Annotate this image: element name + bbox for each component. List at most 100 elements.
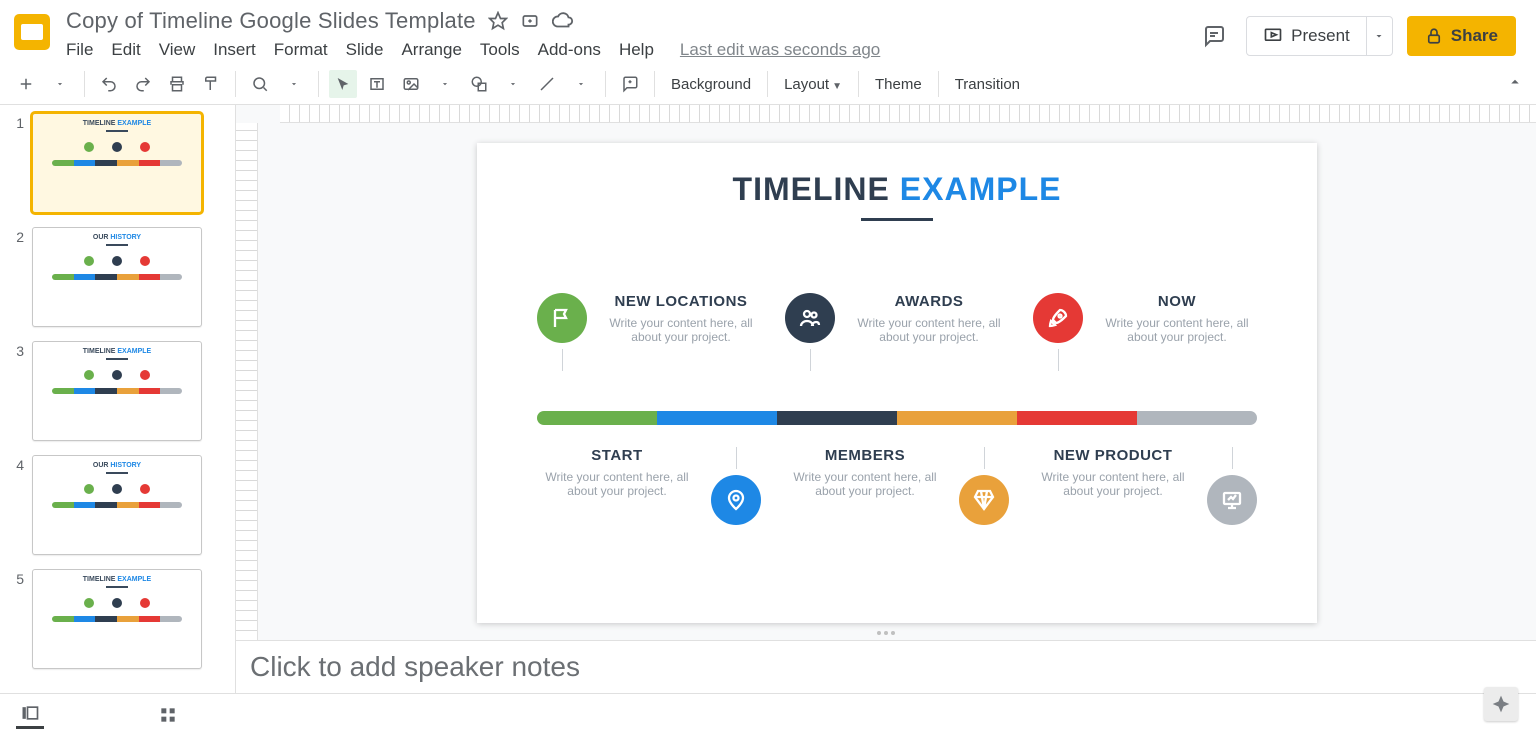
menu-file[interactable]: File: [66, 40, 93, 60]
layout-label: Layout: [784, 76, 829, 93]
chevron-down-icon: ▼: [832, 81, 842, 92]
image-tool-button[interactable]: [397, 70, 425, 98]
timeline-segment: [1137, 411, 1257, 425]
new-slide-dropdown[interactable]: [46, 70, 74, 98]
present-button[interactable]: Present: [1247, 17, 1366, 55]
thumb-number: 1: [10, 115, 24, 131]
menu-tools[interactable]: Tools: [480, 40, 520, 60]
slide-thumbnail-3[interactable]: 3TIMELINE EXAMPLE: [10, 341, 225, 441]
slide-thumbnail-2[interactable]: 2OUR HISTORY: [10, 227, 225, 327]
line-dropdown[interactable]: [567, 70, 595, 98]
app-logo[interactable]: [8, 8, 56, 56]
menu-slide[interactable]: Slide: [346, 40, 384, 60]
speaker-notes-placeholder: Click to add speaker notes: [250, 651, 580, 682]
zoom-button[interactable]: [246, 70, 274, 98]
line-tool-button[interactable]: [533, 70, 561, 98]
drag-handle-icon[interactable]: [877, 631, 895, 635]
item-desc: Write your content here, all about your …: [1097, 316, 1257, 344]
item-desc: Write your content here, all about your …: [849, 316, 1009, 344]
presentation-icon: [1207, 475, 1257, 525]
timeline-top-item[interactable]: NOW Write your content here, all about y…: [1033, 293, 1257, 413]
menu-format[interactable]: Format: [274, 40, 328, 60]
thumb-number: 3: [10, 343, 24, 359]
redo-button[interactable]: [129, 70, 157, 98]
speaker-notes[interactable]: Click to add speaker notes: [236, 640, 1536, 693]
share-label: Share: [1451, 26, 1498, 46]
slide-title[interactable]: TIMELINE EXAMPLE: [517, 171, 1277, 208]
horizontal-ruler[interactable]: [280, 105, 1536, 123]
timeline-top-item[interactable]: AWARDS Write your content here, all abou…: [785, 293, 1009, 413]
image-dropdown[interactable]: [431, 70, 459, 98]
menu-help[interactable]: Help: [619, 40, 654, 60]
item-label: MEMBERS: [785, 447, 945, 464]
flag-icon: [537, 293, 587, 343]
timeline-segment: [657, 411, 777, 425]
theme-button[interactable]: Theme: [869, 72, 928, 97]
present-dropdown-button[interactable]: [1366, 17, 1392, 55]
timeline-segment: [537, 411, 657, 425]
shape-tool-button[interactable]: [465, 70, 493, 98]
diamond-icon: [959, 475, 1009, 525]
slide-thumbnail-4[interactable]: 4OUR HISTORY: [10, 455, 225, 555]
cloud-status-icon[interactable]: [552, 10, 574, 32]
item-label: START: [537, 447, 697, 464]
zoom-dropdown[interactable]: [280, 70, 308, 98]
pin-icon: [711, 475, 761, 525]
select-tool-button[interactable]: [329, 70, 357, 98]
slide-thumbnail-1[interactable]: 1TIMELINE EXAMPLE: [10, 113, 225, 213]
timeline-segment: [897, 411, 1017, 425]
timeline-top-item[interactable]: NEW LOCATIONS Write your content here, a…: [537, 293, 761, 413]
slide-canvas[interactable]: TIMELINE EXAMPLE NEW LOCATIONS Write you…: [477, 143, 1317, 623]
menu-insert[interactable]: Insert: [213, 40, 256, 60]
print-button[interactable]: [163, 70, 191, 98]
slide-filmstrip[interactable]: 1TIMELINE EXAMPLE 2OUR HISTORY 3TIMELINE E…: [0, 105, 236, 693]
new-slide-button[interactable]: [12, 70, 40, 98]
header: Copy of Timeline Google Slides Template …: [0, 0, 1536, 60]
thumb-number: 5: [10, 571, 24, 587]
item-label: AWARDS: [849, 293, 1009, 310]
menu-view[interactable]: View: [159, 40, 196, 60]
filmstrip-view-button[interactable]: [16, 701, 44, 729]
item-label: NEW PRODUCT: [1033, 447, 1193, 464]
workspace: 1TIMELINE EXAMPLE2OUR HISTORY3TIMELINE E…: [0, 105, 1536, 693]
undo-button[interactable]: [95, 70, 123, 98]
textbox-tool-button[interactable]: [363, 70, 391, 98]
share-button[interactable]: Share: [1407, 16, 1516, 56]
grid-view-button[interactable]: [154, 701, 182, 729]
transition-button[interactable]: Transition: [949, 72, 1026, 97]
explore-button[interactable]: [1484, 687, 1518, 721]
timeline-segment: [777, 411, 897, 425]
title-underline: [861, 218, 933, 221]
open-comments-button[interactable]: [1196, 18, 1232, 54]
timeline-bottom-item[interactable]: NEW PRODUCT Write your content here, all…: [1033, 447, 1257, 525]
doc-title[interactable]: Copy of Timeline Google Slides Template: [66, 8, 476, 34]
move-icon[interactable]: [520, 11, 540, 31]
timeline-segment: [1017, 411, 1137, 425]
collapse-toolbar-button[interactable]: [1506, 73, 1524, 96]
thumb-number: 4: [10, 457, 24, 473]
last-edit-link[interactable]: Last edit was seconds ago: [680, 40, 880, 60]
shape-dropdown[interactable]: [499, 70, 527, 98]
vertical-ruler[interactable]: [236, 123, 258, 640]
comment-tool-button[interactable]: [616, 70, 644, 98]
timeline-diagram[interactable]: NEW LOCATIONS Write your content here, a…: [537, 293, 1257, 525]
slide-stage[interactable]: TIMELINE EXAMPLE NEW LOCATIONS Write you…: [258, 123, 1536, 640]
paint-format-button[interactable]: [197, 70, 225, 98]
item-desc: Write your content here, all about your …: [1033, 470, 1193, 498]
item-desc: Write your content here, all about your …: [785, 470, 945, 498]
star-icon[interactable]: [488, 11, 508, 31]
rocket-icon: [1033, 293, 1083, 343]
timeline-bottom-item[interactable]: MEMBERS Write your content here, all abo…: [785, 447, 1009, 525]
slide-title-b: EXAMPLE: [900, 171, 1062, 207]
slide-title-a: TIMELINE: [733, 171, 890, 207]
item-label: NOW: [1097, 293, 1257, 310]
timeline-bottom-item[interactable]: START Write your content here, all about…: [537, 447, 761, 525]
item-desc: Write your content here, all about your …: [537, 470, 697, 498]
canvas-area: TIMELINE EXAMPLE NEW LOCATIONS Write you…: [236, 105, 1536, 693]
menu-edit[interactable]: Edit: [111, 40, 140, 60]
menu-arrange[interactable]: Arrange: [401, 40, 461, 60]
menu-add-ons[interactable]: Add-ons: [538, 40, 601, 60]
layout-button[interactable]: Layout▼: [778, 72, 848, 97]
background-button[interactable]: Background: [665, 72, 757, 97]
slide-thumbnail-5[interactable]: 5TIMELINE EXAMPLE: [10, 569, 225, 669]
